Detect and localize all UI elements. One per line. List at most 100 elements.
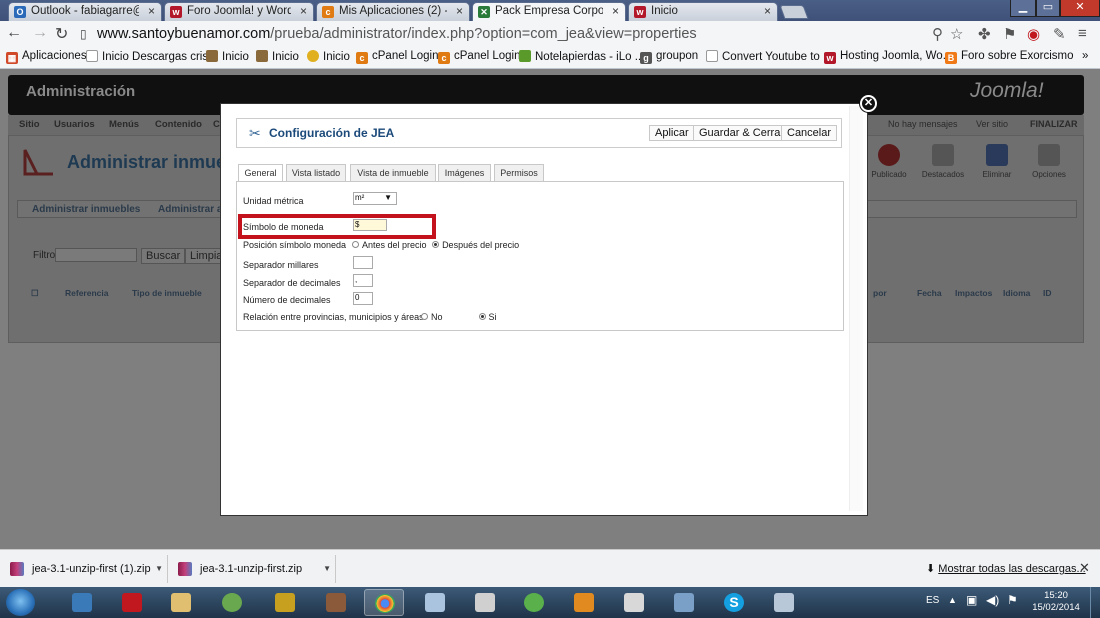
tray-expand-icon[interactable]: ▲ [948, 595, 957, 605]
column-header[interactable]: Impactos [955, 288, 992, 298]
bookmark-aplicaciones[interactable]: ▦ Aplicaciones [6, 50, 87, 64]
chrome-icon[interactable] [364, 589, 404, 616]
acrobat-icon[interactable] [112, 589, 152, 616]
picasa-icon[interactable] [212, 589, 252, 616]
thousands-separator-input[interactable] [353, 256, 373, 269]
toolbar-publish-button[interactable]: Publicado [861, 144, 917, 179]
bookmark-inicio-1[interactable]: Inicio [206, 50, 249, 63]
column-header[interactable]: por [873, 288, 887, 298]
close-icon[interactable]: × [300, 3, 307, 20]
tab-mis-aplicaciones[interactable]: c Mis Aplicaciones (2) - Pac × [316, 2, 470, 21]
select-all-checkbox[interactable]: ☐ [31, 288, 39, 299]
paint-icon[interactable] [415, 589, 455, 616]
calculator-icon[interactable] [614, 589, 654, 616]
bookmark-inicio-descargas[interactable]: Inicio Descargas cristo [86, 50, 218, 63]
page-info-icon[interactable]: ▯ [80, 27, 87, 41]
paper-icon[interactable] [764, 589, 804, 616]
toolbar-delete-button[interactable]: Eliminar [969, 144, 1025, 179]
chevron-down-icon[interactable]: ▼ [155, 555, 163, 583]
search-icon[interactable]: ⚲ [932, 25, 943, 43]
close-icon[interactable]: ✕ [1079, 560, 1090, 576]
tab-inicio[interactable]: w Inicio × [628, 2, 778, 21]
decimal-separator-input[interactable]: , [353, 274, 373, 287]
download-item[interactable]: jea-3.1-unzip-first (1).zip ▼ [0, 555, 168, 583]
chevron-down-icon[interactable]: ▼ [323, 555, 331, 583]
save-close-button[interactable]: Guardar & Cerrar [693, 125, 790, 141]
bookmark-cpanel-1[interactable]: c cPanel Login [356, 50, 439, 64]
users-icon[interactable] [664, 589, 704, 616]
column-header[interactable]: Tipo de inmueble [132, 288, 202, 298]
messenger-icon[interactable] [465, 589, 505, 616]
tab-general[interactable]: General [238, 164, 283, 182]
column-header[interactable]: ID [1043, 288, 1052, 298]
bookmark-hosting-joomla[interactable]: w Hosting Joomla, Wo... [824, 50, 952, 64]
download-item[interactable]: jea-3.1-unzip-first.zip ▼ [168, 555, 336, 583]
modal-close-icon[interactable]: ✕ [860, 95, 877, 112]
toolbar-options-button[interactable]: Opciones [1021, 144, 1077, 179]
column-header[interactable]: Fecha [917, 288, 942, 298]
bookmark-groupon[interactable]: g groupon [640, 50, 698, 64]
window-close-button[interactable]: ✕ [1060, 0, 1100, 17]
bookmark-foro-exorcismo[interactable]: B Foro sobre Exorcismo [945, 50, 1073, 64]
radio-no[interactable] [421, 313, 428, 320]
unit-select[interactable]: m² ▼ [353, 192, 397, 205]
reload-icon[interactable]: ↻ [55, 24, 68, 44]
maximize-button[interactable]: ▭ [1036, 0, 1060, 17]
tab-vista-inmueble[interactable]: Vista de inmueble [350, 164, 436, 181]
modal-scrollbar[interactable] [849, 106, 863, 511]
network-icon[interactable]: ▣ [966, 593, 977, 607]
toolbar-featured-button[interactable]: Destacados [915, 144, 971, 179]
menu-contenido[interactable]: Contenido [155, 119, 202, 130]
cancel-button[interactable]: Cancelar [781, 125, 838, 141]
search-button[interactable]: Buscar [141, 248, 186, 264]
tab-foro-joomla[interactable]: w Foro Joomla! y WordPress × [164, 2, 314, 21]
apply-button[interactable]: Aplicar [649, 125, 695, 141]
extension-icon[interactable]: ✤ [978, 25, 991, 43]
minimize-button[interactable]: ▁ [1010, 0, 1036, 17]
radio-before[interactable] [352, 241, 359, 248]
bookmark-inicio-3[interactable]: Inicio [307, 50, 350, 63]
bookmark-inicio-2[interactable]: Inicio [256, 50, 299, 63]
clock[interactable]: 15:20 15/02/2014 [1026, 590, 1086, 614]
tab-vista-listado[interactable]: Vista listado [286, 164, 346, 181]
radio-after[interactable] [432, 241, 440, 248]
new-tab-button[interactable] [779, 5, 809, 19]
status-view-site[interactable]: Ver sitio [976, 119, 1008, 129]
bookmarks-overflow-icon[interactable]: » [1082, 50, 1088, 62]
close-icon[interactable]: × [612, 3, 619, 20]
pen-icon[interactable]: ✎ [1053, 25, 1066, 43]
start-button[interactable] [6, 589, 35, 616]
explorer-icon[interactable] [161, 589, 201, 616]
flag-icon[interactable]: ⚑ [1007, 593, 1018, 607]
menu-sitio[interactable]: Sitio [19, 119, 40, 130]
menu-usuarios[interactable]: Usuarios [54, 119, 95, 130]
bookmark-cpanel-2[interactable]: c cPanel Login [438, 50, 521, 64]
column-header[interactable]: Idioma [1003, 288, 1030, 298]
close-icon[interactable]: × [456, 3, 463, 20]
close-icon[interactable]: × [148, 3, 155, 20]
status-messages[interactable]: No hay mensajes [888, 119, 958, 129]
bookmark-notelapierdas[interactable]: Notelapierdas - iLo ... [519, 50, 644, 63]
media-player-icon[interactable] [62, 589, 102, 616]
status-logout[interactable]: FINALIZAR [1030, 119, 1078, 129]
tab-imagenes[interactable]: Imágenes [438, 164, 491, 181]
menu-menus[interactable]: Menús [109, 119, 139, 130]
filter-input[interactable] [55, 248, 137, 262]
bookmark-convert-youtube[interactable]: Convert Youtube to ... [706, 50, 833, 63]
radio-si[interactable] [478, 313, 486, 320]
tools-icon[interactable] [316, 589, 356, 616]
tab-permisos[interactable]: Permisos [494, 164, 544, 181]
close-icon[interactable]: × [764, 3, 771, 20]
show-desktop-button[interactable] [1090, 587, 1100, 618]
sync-icon[interactable] [514, 589, 554, 616]
forward-icon[interactable]: → [32, 24, 48, 42]
submenu-features[interactable]: Administrar a [158, 204, 222, 215]
show-all-downloads-link[interactable]: ⬇ Mostrar todas las descargas... [926, 562, 1086, 575]
fireworks-icon[interactable] [265, 589, 305, 616]
tab-pack-empresa[interactable]: ✕ Pack Empresa Corporate × [472, 2, 626, 21]
volume-icon[interactable]: ◀) [986, 593, 999, 607]
back-icon[interactable]: ← [6, 24, 22, 42]
menu-icon[interactable]: ≡ [1078, 25, 1087, 42]
tab-outlook[interactable]: O Outlook - fabiagarre@hot × [8, 2, 162, 21]
star-icon[interactable]: ☆ [950, 25, 963, 43]
